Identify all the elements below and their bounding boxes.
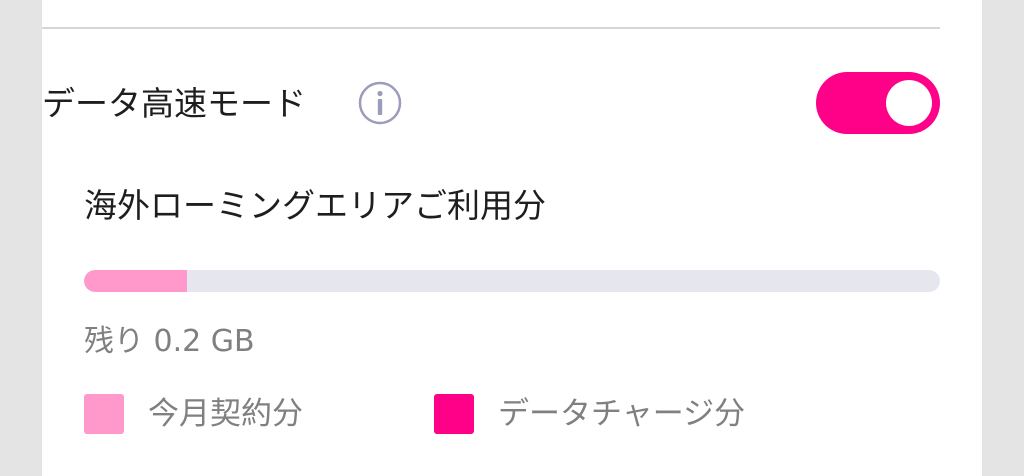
data-speed-mode-label: データ高速モード [42, 84, 306, 123]
data-speed-mode-row: データ高速モード [42, 72, 940, 134]
toggle-knob [886, 80, 932, 126]
monthly-plan-progress-fill [84, 270, 187, 292]
remaining-data-text: 残り 0.2 GB [84, 324, 255, 359]
divider [42, 27, 940, 29]
roaming-usage-progress-bar [84, 270, 940, 292]
data-charge-swatch [434, 394, 474, 434]
monthly-plan-swatch [84, 394, 124, 434]
roaming-usage-title: 海外ローミングエリアご利用分 [84, 186, 546, 225]
data-speed-mode-toggle[interactable] [816, 72, 940, 134]
monthly-plan-legend-label: 今月契約分 [148, 396, 303, 432]
info-circle-icon[interactable] [358, 81, 402, 125]
data-charge-legend-label: データチャージ分 [498, 396, 746, 432]
